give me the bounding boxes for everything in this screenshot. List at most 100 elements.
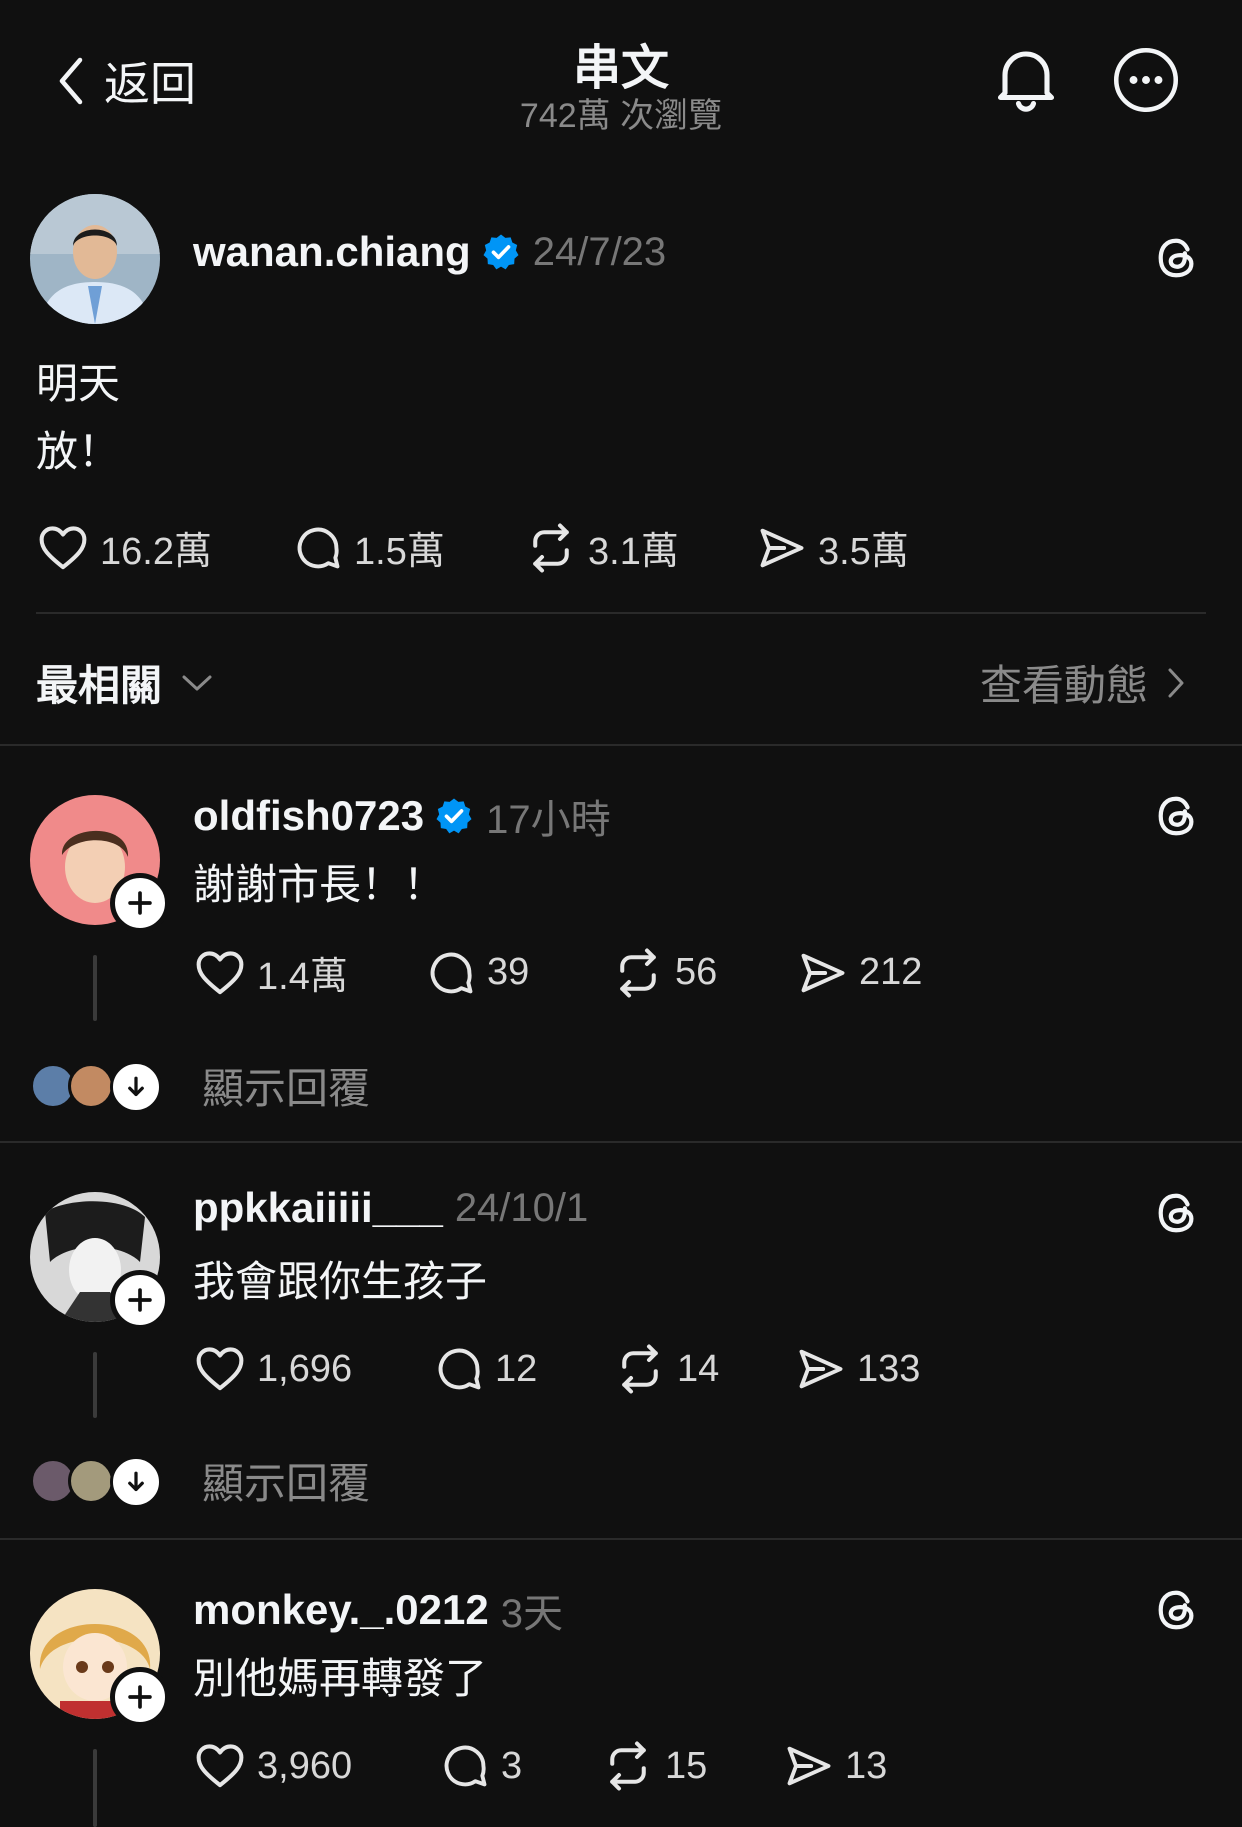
sort-dropdown[interactable]: 最相關 — [36, 652, 214, 713]
like-button[interactable]: 1.4萬 — [193, 945, 425, 1000]
comment-icon — [292, 522, 344, 574]
threads-icon[interactable] — [1154, 1584, 1200, 1636]
verified-icon — [481, 232, 521, 272]
repost-button[interactable]: 3.1萬 — [524, 520, 756, 575]
reply-username[interactable]: monkey._.0212 — [193, 1586, 489, 1634]
reply-actions: 3,960 3 15 13 — [193, 1739, 887, 1793]
activity-label: 查看動態 — [979, 662, 1148, 709]
like-count: 3,960 — [257, 1744, 353, 1787]
repost-icon — [613, 1342, 667, 1396]
post-line: 明天 — [36, 360, 121, 407]
share-icon — [783, 1740, 835, 1792]
reply-text: 謝謝市長！！ — [193, 861, 446, 908]
reply-avatar-stack — [30, 1060, 162, 1113]
threads-icon[interactable] — [1154, 790, 1200, 842]
repost-icon — [601, 1739, 655, 1793]
reply-item: oldfish0723 17小時 謝謝市長！！ 1.4萬 39 56 212 顯… — [0, 745, 1242, 1141]
like-button[interactable]: 3,960 — [193, 1739, 439, 1793]
comment-button[interactable]: 39 — [425, 947, 611, 999]
author-avatar[interactable] — [30, 194, 160, 324]
heart-icon — [36, 521, 90, 575]
post-line: 放！ — [36, 428, 121, 475]
comment-button[interactable]: 12 — [433, 1343, 613, 1395]
reply-time: 17小時 — [486, 798, 611, 842]
share-icon — [756, 522, 808, 574]
follow-button[interactable] — [110, 873, 170, 933]
threads-icon[interactable] — [1154, 232, 1200, 284]
post-time: 24/7/23 — [532, 229, 667, 274]
arrow-down-icon — [110, 1455, 162, 1508]
share-button[interactable]: 133 — [795, 1343, 920, 1395]
share-count: 3.5萬 — [818, 531, 909, 573]
heart-icon — [193, 1739, 247, 1793]
plus-icon — [123, 886, 157, 920]
repost-button[interactable]: 15 — [601, 1739, 783, 1793]
share-icon — [795, 1343, 847, 1395]
repost-count: 15 — [665, 1744, 708, 1787]
comment-icon — [433, 1343, 485, 1395]
comment-button[interactable]: 3 — [439, 1740, 601, 1792]
comment-button[interactable]: 1.5萬 — [292, 520, 524, 575]
share-button[interactable]: 212 — [797, 947, 922, 999]
reply-item: monkey._.0212 3天 別他媽再轉發了 3,960 3 15 13 — [0, 1539, 1242, 1827]
reply-user-row: monkey._.0212 3天 — [193, 1581, 563, 1639]
mini-avatar — [68, 1457, 114, 1504]
bell-icon[interactable] — [990, 42, 1062, 114]
repost-count: 56 — [675, 951, 718, 993]
thread-line — [93, 955, 97, 1021]
comment-count: 1.5萬 — [354, 531, 445, 573]
repost-count: 14 — [677, 1347, 720, 1390]
repost-button[interactable]: 14 — [613, 1342, 795, 1396]
arrow-down-icon — [110, 1060, 162, 1113]
reply-username[interactable]: ppkkaiiiii___ — [193, 1184, 443, 1232]
show-replies-label: 顯示回覆 — [202, 1065, 371, 1112]
comment-icon — [439, 1740, 491, 1792]
chevron-right-icon — [1168, 668, 1184, 697]
reply-time: 3天 — [500, 1592, 563, 1636]
follow-button[interactable] — [110, 1270, 170, 1330]
heart-icon — [193, 946, 247, 1000]
show-replies-row[interactable]: 顯示回覆 — [30, 1450, 370, 1511]
reply-user-row: oldfish0723 17小時 — [193, 787, 611, 845]
follow-button[interactable] — [110, 1667, 170, 1727]
share-button[interactable]: 13 — [783, 1740, 887, 1792]
sort-label: 最相關 — [36, 662, 163, 709]
thread-line — [93, 1749, 97, 1827]
post-actions: 16.2萬 1.5萬 3.1萬 3.5萬 — [36, 520, 909, 575]
reply-actions: 1.4萬 39 56 212 — [193, 945, 922, 1000]
divider — [36, 612, 1206, 614]
reply-username[interactable]: oldfish0723 — [193, 792, 424, 840]
threads-icon[interactable] — [1154, 1187, 1200, 1239]
share-icon — [797, 947, 849, 999]
view-activity-link[interactable]: 查看動態 — [980, 652, 1186, 713]
chevron-down-icon — [182, 675, 212, 690]
like-button[interactable]: 16.2萬 — [36, 520, 292, 575]
like-button[interactable]: 1,696 — [193, 1342, 433, 1396]
reply-actions: 1,696 12 14 133 — [193, 1342, 920, 1396]
repost-button[interactable]: 56 — [611, 946, 797, 1000]
plus-icon — [123, 1680, 157, 1714]
repost-count: 3.1萬 — [588, 531, 679, 573]
reply-text: 別他媽再轉發了 — [193, 1655, 488, 1702]
comment-count: 3 — [501, 1744, 523, 1787]
like-count: 1,696 — [257, 1347, 353, 1390]
like-count: 1.4萬 — [257, 956, 348, 998]
more-options-icon[interactable] — [1112, 46, 1180, 114]
comment-icon — [425, 947, 477, 999]
repost-icon — [611, 946, 665, 1000]
heart-icon — [193, 1342, 247, 1396]
share-count: 133 — [857, 1347, 921, 1390]
repost-icon — [524, 521, 578, 575]
share-button[interactable]: 3.5萬 — [756, 520, 909, 575]
reply-time: 24/10/1 — [454, 1185, 589, 1230]
verified-icon — [434, 796, 474, 836]
author-username[interactable]: wanan.chiang — [193, 228, 471, 276]
share-count: 13 — [845, 1744, 888, 1787]
reply-text: 我會跟你生孩子 — [193, 1258, 488, 1305]
show-replies-row[interactable]: 顯示回覆 — [30, 1055, 370, 1116]
show-replies-label: 顯示回覆 — [202, 1460, 371, 1507]
reply-avatar-stack — [30, 1455, 162, 1508]
comment-count: 12 — [495, 1347, 538, 1390]
author-row: wanan.chiang 24/7/23 — [193, 228, 666, 276]
comment-count: 39 — [487, 951, 530, 993]
